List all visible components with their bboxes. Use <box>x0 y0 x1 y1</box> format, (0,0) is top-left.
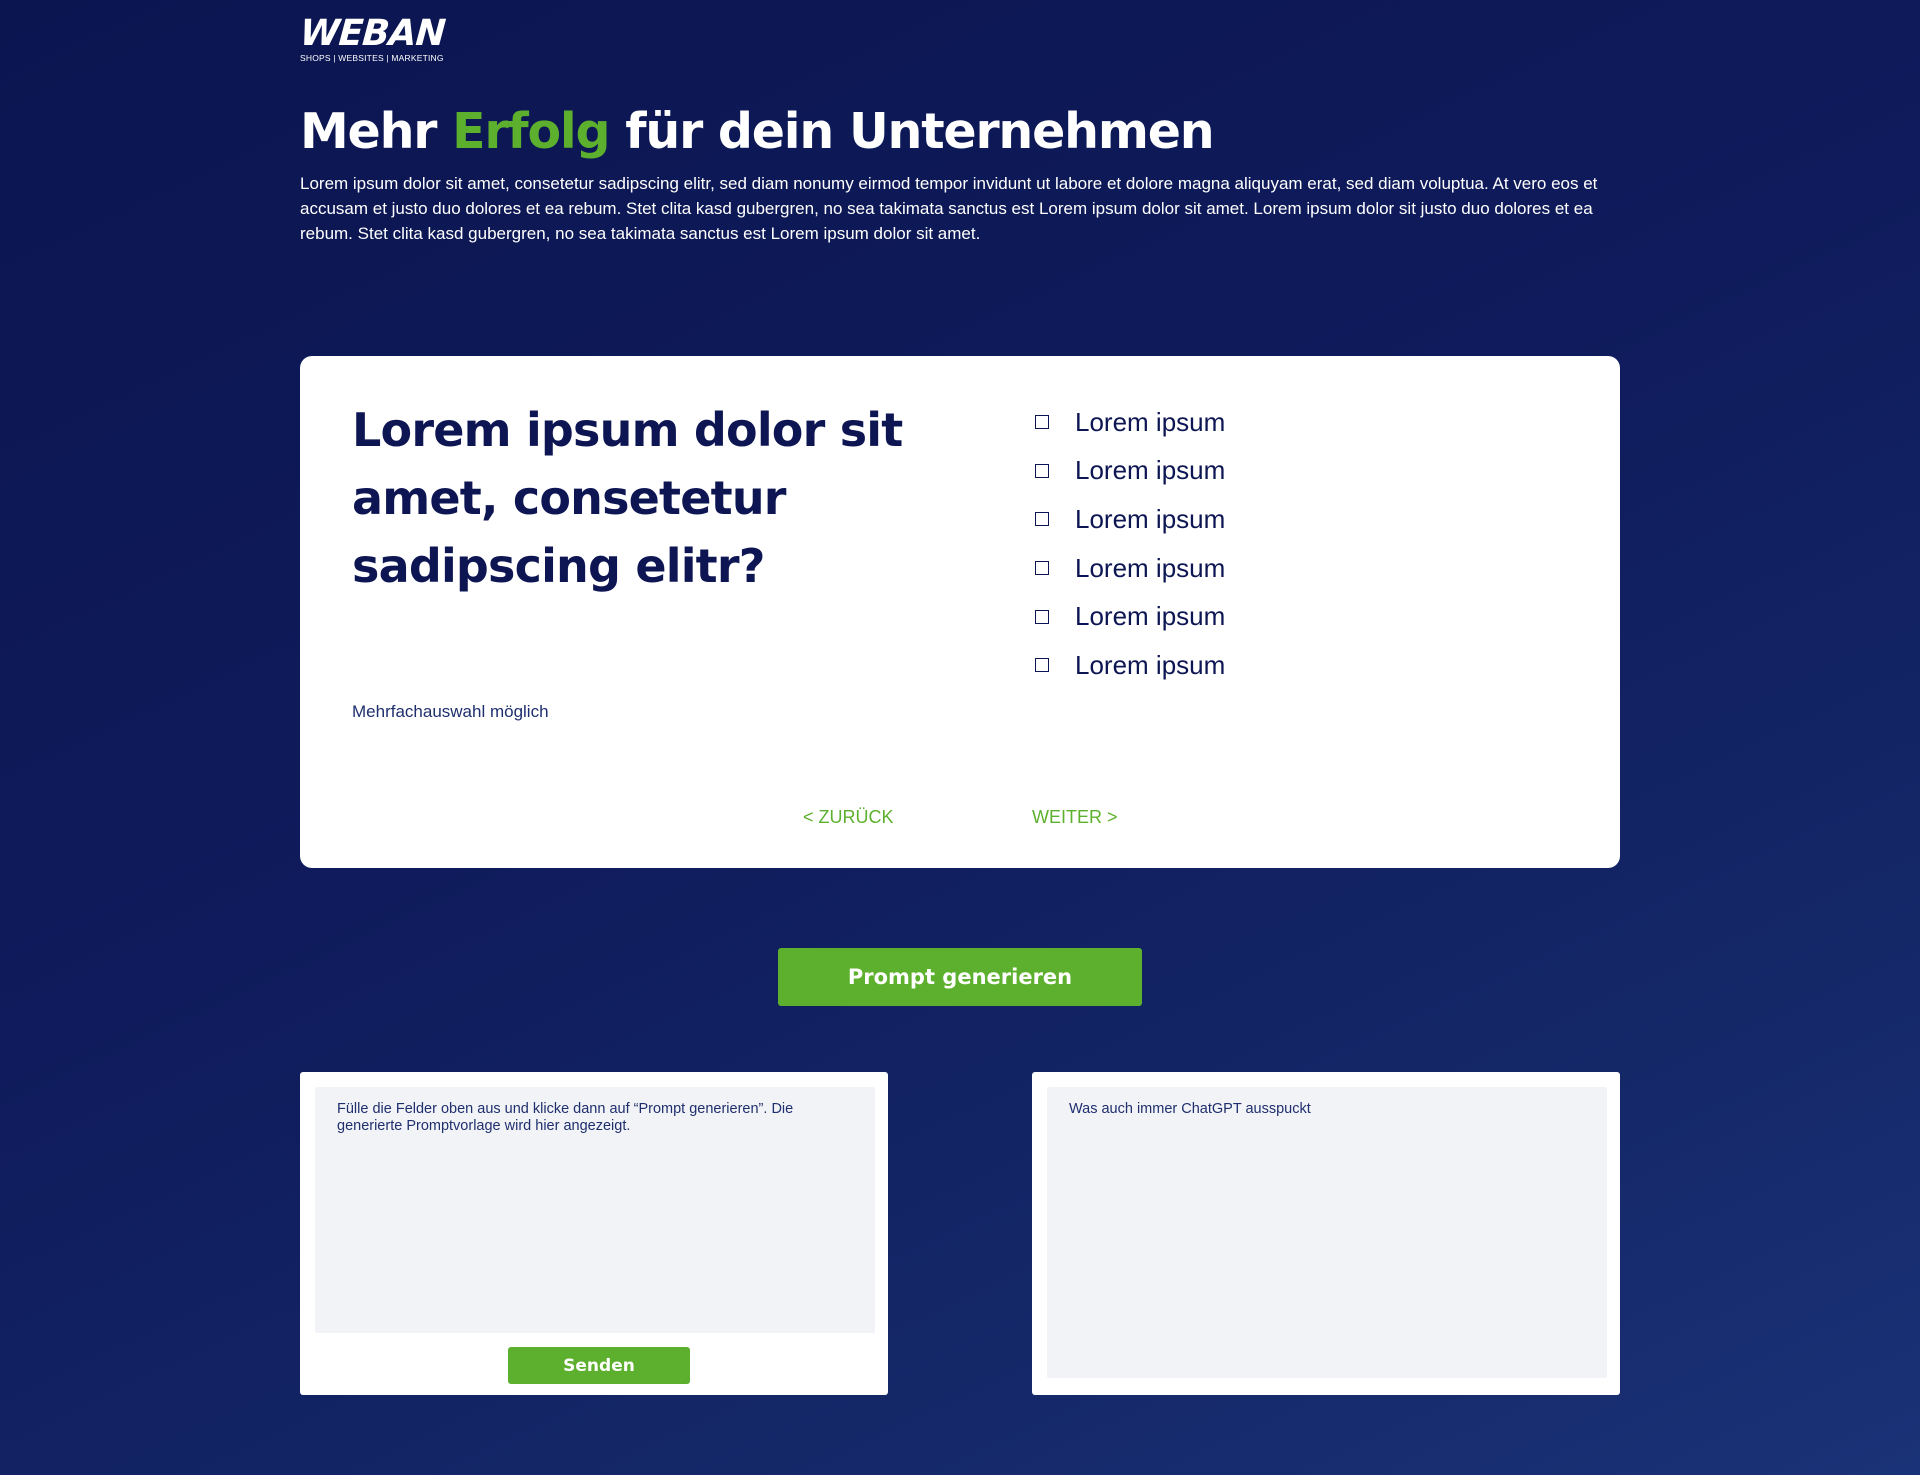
option-label: Lorem ipsum <box>1075 455 1226 486</box>
next-button[interactable]: WEITER > <box>1032 807 1118 828</box>
checkbox[interactable] <box>1035 415 1049 430</box>
response-panel: Was auch immer ChatGPT ausspuckt <box>1032 1072 1620 1395</box>
intro-text: Lorem ipsum dolor sit amet, consetetur s… <box>300 174 1598 243</box>
send-button[interactable]: Senden <box>508 1347 690 1384</box>
prompt-output-field[interactable]: Fülle die Felder oben aus und klicke dan… <box>315 1087 875 1333</box>
option-label: Lorem ipsum <box>1075 649 1226 680</box>
quiz-card: Lorem ipsum dolor sit amet, consetetur s… <box>300 356 1620 868</box>
checkbox[interactable] <box>1035 463 1049 478</box>
option-label: Lorem ipsum <box>1075 503 1226 534</box>
checkbox[interactable] <box>1035 658 1049 673</box>
page-title: Mehr Erfolg für dein Unternehmen <box>300 96 1215 168</box>
response-output-field[interactable]: Was auch immer ChatGPT ausspuckt <box>1047 1087 1607 1378</box>
option-list: Lorem ipsum Lorem ipsum Lorem ipsum Lore… <box>1034 398 1225 690</box>
multi-select-hint: Mehrfachauswahl möglich <box>352 702 549 721</box>
checkbox[interactable] <box>1035 609 1049 624</box>
option-item[interactable]: Lorem ipsum <box>1034 592 1225 641</box>
option-label: Lorem ipsum <box>1075 552 1226 583</box>
option-item[interactable]: Lorem ipsum <box>1034 398 1225 447</box>
checkbox[interactable] <box>1035 561 1049 576</box>
logo-wordmark: WEBAN <box>298 13 447 54</box>
title-accent: Erfolg <box>452 103 610 160</box>
option-label: Lorem ipsum <box>1075 601 1226 632</box>
weban-logo[interactable]: WEBAN SHOPS | WEBSITES | MARKETING <box>298 13 447 63</box>
checkbox[interactable] <box>1035 512 1049 527</box>
title-part-1: Mehr <box>300 103 453 160</box>
generate-prompt-button[interactable]: Prompt generieren <box>778 948 1142 1006</box>
back-button[interactable]: < ZURÜCK <box>803 807 894 828</box>
quiz-question: Lorem ipsum dolor sit amet, consetetur s… <box>352 403 903 593</box>
option-label: Lorem ipsum <box>1075 406 1226 437</box>
logo-tagline: SHOPS | WEBSITES | MARKETING <box>300 53 444 63</box>
prompt-panel: Fülle die Felder oben aus und klicke dan… <box>300 1072 888 1395</box>
option-item[interactable]: Lorem ipsum <box>1034 544 1225 593</box>
title-part-2: für dein Unternehmen <box>609 103 1214 160</box>
option-item[interactable]: Lorem ipsum <box>1034 641 1225 690</box>
option-item[interactable]: Lorem ipsum <box>1034 495 1225 544</box>
option-item[interactable]: Lorem ipsum <box>1034 447 1225 496</box>
